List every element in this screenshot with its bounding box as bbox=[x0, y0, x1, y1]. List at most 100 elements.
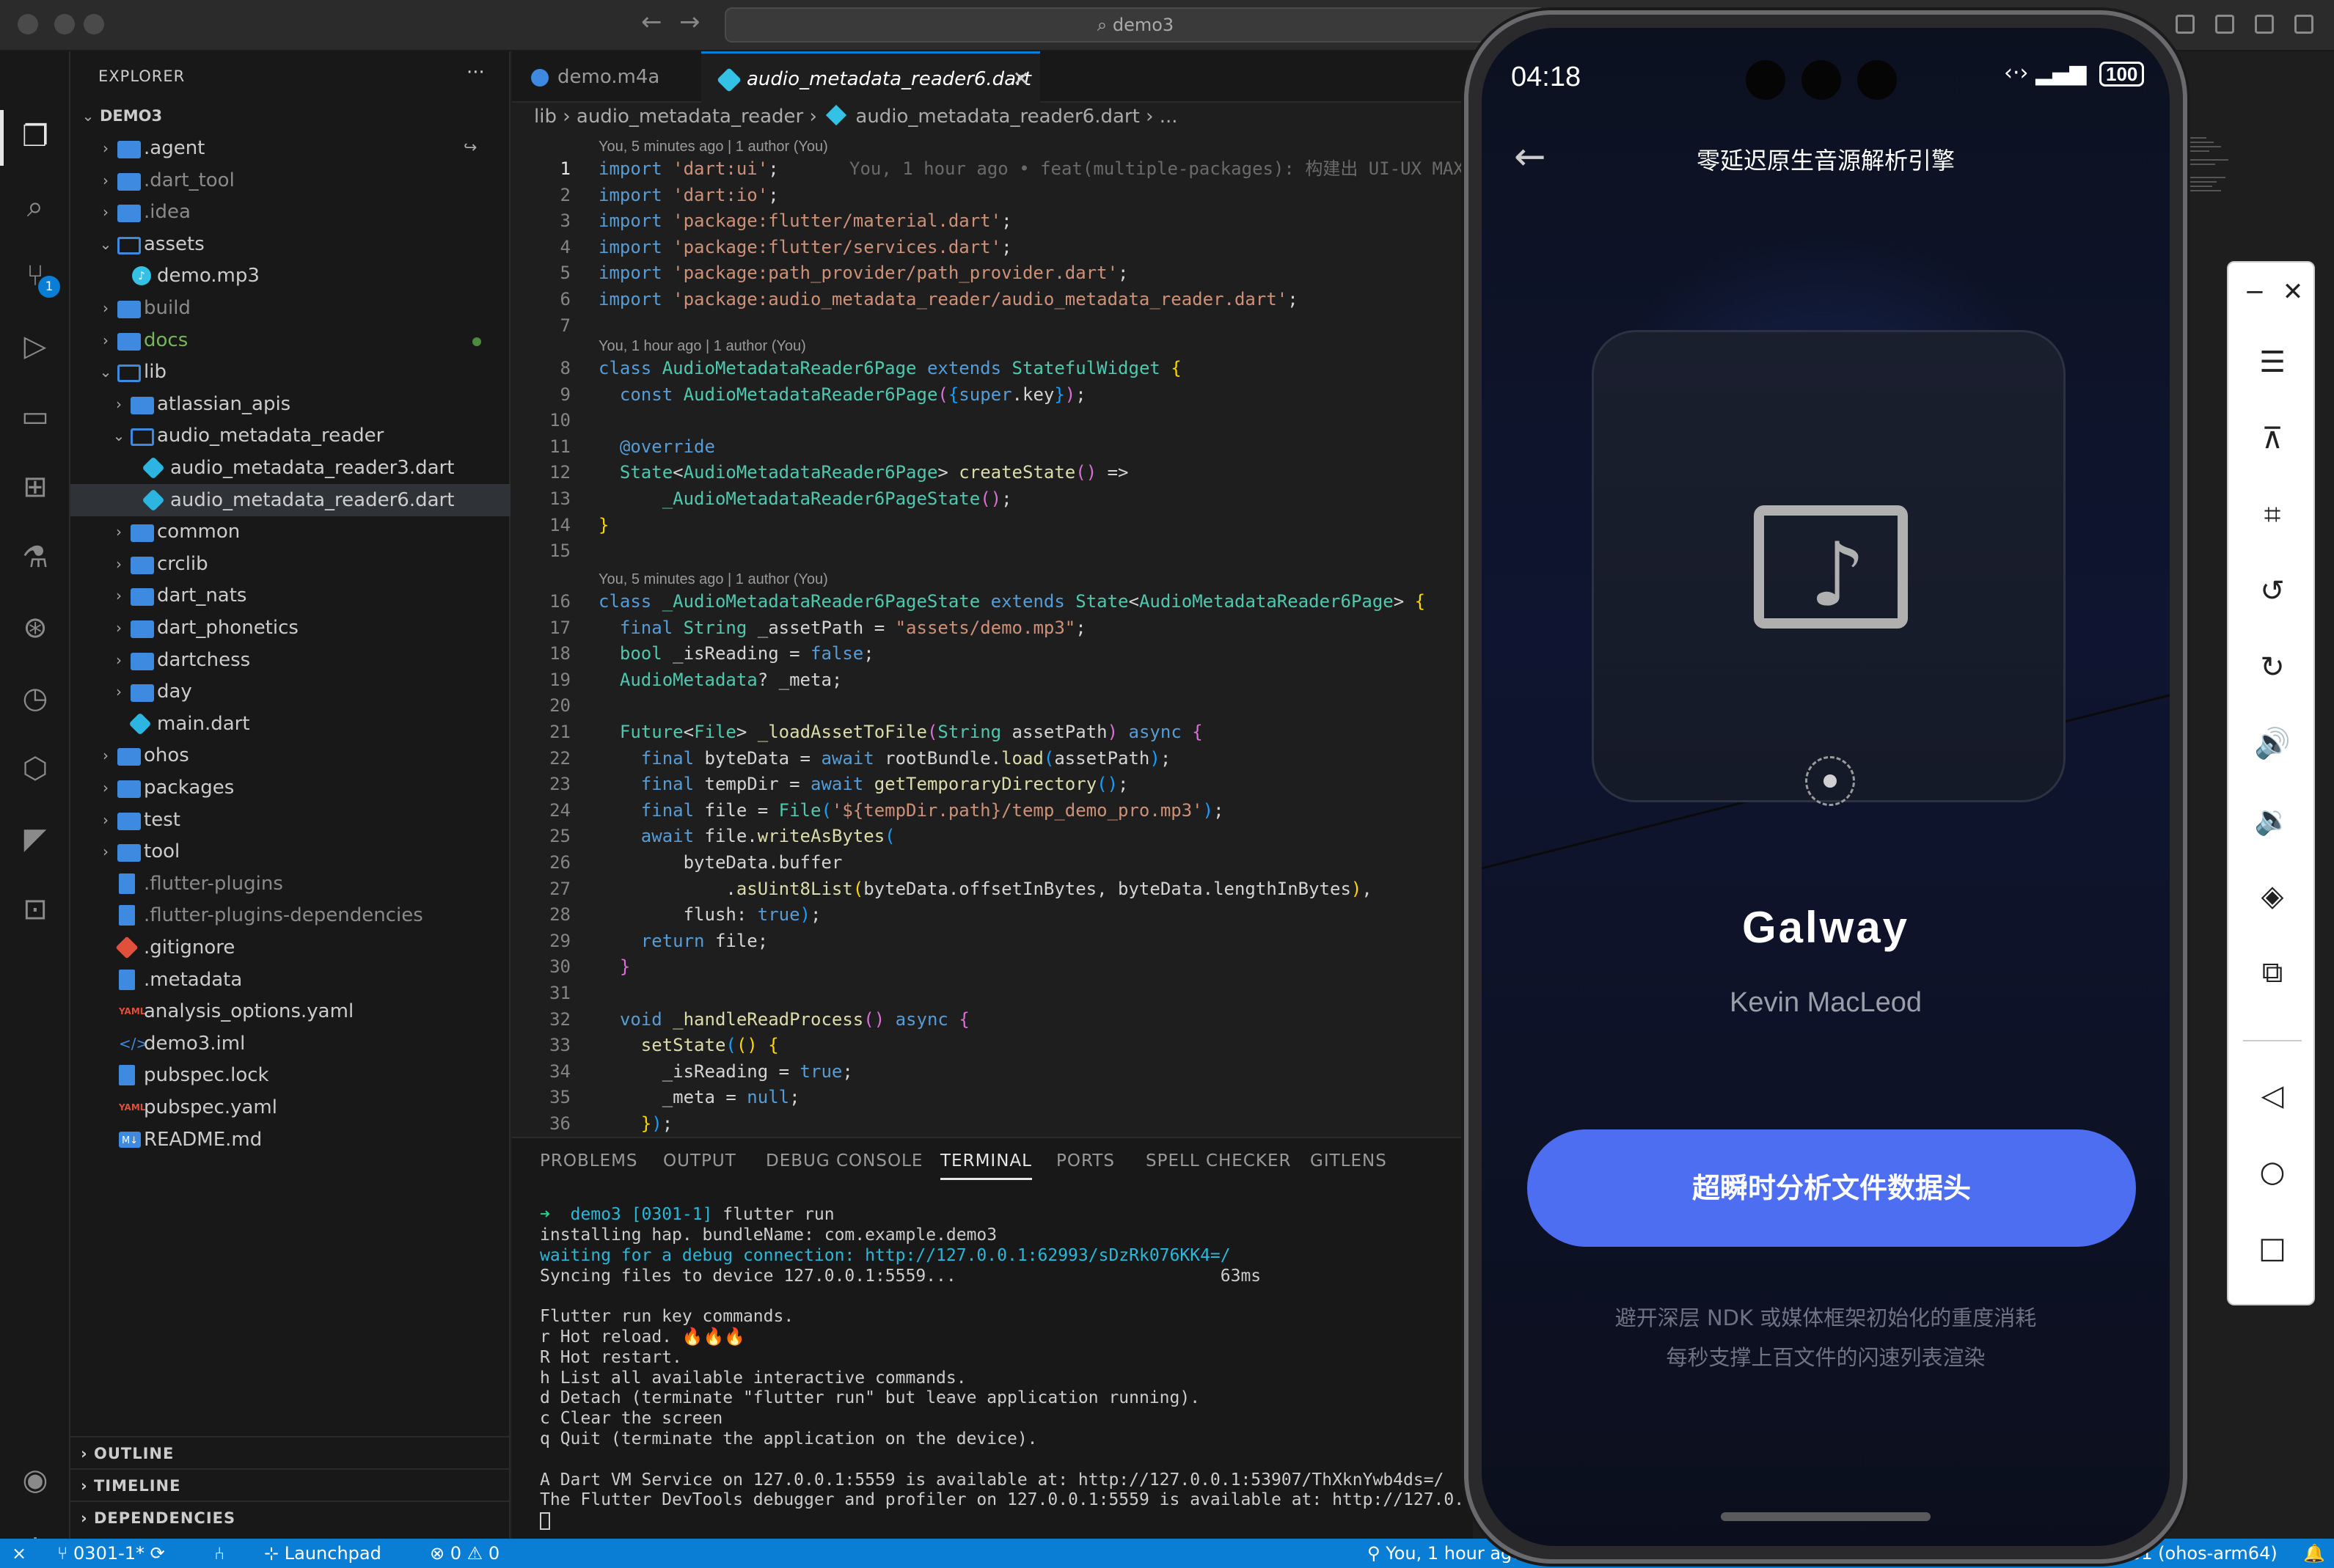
explorer-icon[interactable]: ❐ bbox=[15, 116, 56, 157]
close-window-button[interactable] bbox=[18, 14, 38, 34]
rotate-left-icon[interactable]: ↺ bbox=[2250, 569, 2294, 613]
tree-item[interactable]: › .idea bbox=[70, 196, 511, 228]
tree-item[interactable]: ♪ demo.mp3 bbox=[70, 260, 511, 292]
close-icon[interactable]: ✕ bbox=[2271, 270, 2315, 314]
outline-section[interactable]: › OUTLINE bbox=[70, 1436, 511, 1468]
problems-status[interactable]: ⊗ 0 ⚠ 0 bbox=[430, 1539, 500, 1568]
toggle-sidebar-icon[interactable] bbox=[2215, 15, 2234, 34]
breadcrumb-symbol[interactable]: ... bbox=[1160, 106, 1178, 128]
remote-explorer-icon[interactable]: ▭ bbox=[15, 396, 56, 437]
tree-item[interactable]: audio_metadata_reader3.dart bbox=[70, 452, 511, 484]
tab-audio-metadata-reader6[interactable]: audio_metadata_reader6.dart ✕ bbox=[701, 51, 1040, 103]
codelens-blame[interactable]: You, 1 hour ago | 1 author (You) bbox=[599, 336, 806, 356]
toggle-panel-icon[interactable] bbox=[2255, 15, 2274, 34]
nav-recents-icon[interactable]: □ bbox=[2250, 1226, 2294, 1270]
tree-item[interactable]: › dartchess bbox=[70, 644, 511, 676]
notifications-bell-icon[interactable]: 🔔 bbox=[2303, 1539, 2325, 1568]
codelens-blame[interactable]: You, 5 minutes ago | 1 author (You) bbox=[599, 136, 828, 157]
workspace-root[interactable]: ⌄ DEMO3 bbox=[70, 100, 511, 132]
containers-icon[interactable]: ⬡ bbox=[15, 748, 56, 789]
timeline-icon[interactable]: ◷ bbox=[15, 678, 56, 719]
tree-item[interactable]: .gitignore bbox=[70, 931, 511, 964]
rotate-right-icon[interactable]: ↻ bbox=[2250, 645, 2294, 689]
codelens-blame[interactable]: You, 5 minutes ago | 1 author (You) bbox=[599, 569, 828, 590]
branch-status[interactable]: ⑂ 0301-1* ⟳ bbox=[57, 1539, 165, 1568]
account-icon[interactable]: ◉ bbox=[15, 1459, 56, 1501]
run-debug-icon[interactable]: ▷ bbox=[15, 326, 56, 367]
back-arrow-icon[interactable]: ← bbox=[641, 7, 662, 37]
home-indicator[interactable] bbox=[1721, 1512, 1931, 1521]
tree-item[interactable]: .flutter-plugins-dependencies bbox=[70, 899, 511, 931]
shake-device-icon[interactable]: ◈ bbox=[2250, 874, 2294, 918]
minimize-window-button[interactable] bbox=[54, 14, 75, 34]
tree-item[interactable]: pubspec.lock bbox=[70, 1059, 511, 1091]
tree-item[interactable]: main.dart bbox=[70, 708, 511, 740]
menu-icon[interactable]: ☰ bbox=[2250, 340, 2294, 384]
tab-spell-checker[interactable]: SPELL CHECKER bbox=[1146, 1151, 1291, 1170]
tree-item[interactable]: › ohos bbox=[70, 739, 511, 772]
tree-item[interactable]: › test bbox=[70, 804, 511, 836]
close-tab-icon[interactable]: ✕ bbox=[1013, 54, 1030, 105]
nav-back-icon[interactable]: ◁ bbox=[2250, 1074, 2294, 1118]
tree-item[interactable]: › .agent ↪ bbox=[70, 132, 511, 164]
multi-screen-icon[interactable]: ⧉ bbox=[2250, 950, 2294, 994]
volume-up-icon[interactable]: 🔊 bbox=[2250, 722, 2294, 766]
toggle-secondary-sidebar-icon[interactable] bbox=[2294, 15, 2313, 34]
launchpad-status[interactable]: ⊹ Launchpad bbox=[264, 1539, 381, 1568]
flutter-icon[interactable]: ◤ bbox=[15, 818, 56, 860]
tab-ports[interactable]: PORTS bbox=[1056, 1151, 1115, 1170]
crop-screenshot-icon[interactable]: ⌗ bbox=[2250, 493, 2294, 537]
analyze-header-button[interactable]: 超瞬时分析文件数据头 bbox=[1527, 1129, 2136, 1247]
tab-output[interactable]: OUTPUT bbox=[663, 1151, 736, 1170]
pin-off-icon[interactable]: ⊼ bbox=[2250, 417, 2294, 461]
remote-indicator-icon[interactable]: ⨯ bbox=[12, 1539, 26, 1568]
tree-item[interactable]: › common bbox=[70, 516, 511, 548]
tree-item[interactable]: audio_metadata_reader6.dart bbox=[70, 483, 511, 516]
command-center-search[interactable]: ⌕ demo3 bbox=[725, 7, 1546, 43]
terminal-line: q Quit (terminate the application on the… bbox=[540, 1429, 1038, 1448]
devtools-icon[interactable]: ⊡ bbox=[15, 889, 56, 930]
tree-item[interactable]: ⌄ lib bbox=[70, 356, 511, 388]
dependencies-section[interactable]: › DEPENDENCIES bbox=[70, 1501, 511, 1533]
search-icon[interactable]: ⌕ bbox=[15, 186, 56, 227]
tree-item[interactable]: › docs bbox=[70, 324, 511, 356]
breadcrumb-lib[interactable]: lib bbox=[534, 106, 557, 128]
tree-item[interactable]: › build bbox=[70, 292, 511, 324]
tree-item-label: demo3.iml bbox=[144, 1032, 246, 1055]
tree-item[interactable]: › dart_phonetics bbox=[70, 612, 511, 644]
breadcrumb-folder[interactable]: audio_metadata_reader bbox=[577, 106, 803, 128]
tree-item[interactable]: › day bbox=[70, 675, 511, 708]
volume-down-icon[interactable]: 🔉 bbox=[2250, 798, 2294, 842]
tree-item[interactable]: </> demo3.iml bbox=[70, 1027, 511, 1060]
testing-icon[interactable]: ⚗ bbox=[15, 537, 56, 578]
extensions-icon[interactable]: ⊞ bbox=[15, 466, 56, 508]
tree-item[interactable]: M↓ README.md bbox=[70, 1124, 511, 1156]
tree-item[interactable]: ⌄ assets bbox=[70, 228, 511, 260]
customize-layout-icon[interactable] bbox=[2176, 15, 2195, 34]
minimize-icon[interactable]: − bbox=[2233, 270, 2277, 314]
timeline-section[interactable]: › TIMELINE bbox=[70, 1468, 511, 1501]
tab-terminal[interactable]: TERMINAL bbox=[940, 1151, 1032, 1180]
breadcrumb-file[interactable]: audio_metadata_reader6.dart bbox=[855, 106, 1139, 128]
tree-item[interactable]: › packages bbox=[70, 772, 511, 804]
tree-item[interactable]: › .dart_tool bbox=[70, 164, 511, 197]
tree-item[interactable]: YAML analysis_options.yaml bbox=[70, 995, 511, 1027]
tree-item[interactable]: › dart_nats bbox=[70, 579, 511, 612]
gitlens-status-icon[interactable]: ⑃ bbox=[214, 1539, 224, 1568]
tree-item[interactable]: › crclib bbox=[70, 548, 511, 580]
gitlens-icon[interactable]: ⊛ bbox=[15, 607, 56, 648]
zoom-window-button[interactable] bbox=[84, 14, 104, 34]
tree-item[interactable]: YAML pubspec.yaml bbox=[70, 1091, 511, 1124]
nav-home-icon[interactable]: ○ bbox=[2250, 1150, 2294, 1194]
explorer-more-button[interactable]: ··· bbox=[467, 62, 485, 84]
tree-item[interactable]: .flutter-plugins bbox=[70, 868, 511, 900]
tab-debug-console[interactable]: DEBUG CONSOLE bbox=[766, 1151, 923, 1170]
tab-gitlens[interactable]: GITLENS bbox=[1310, 1151, 1387, 1170]
tree-item[interactable]: .metadata bbox=[70, 964, 511, 996]
forward-arrow-icon[interactable]: → bbox=[679, 7, 700, 37]
tab-demo-m4a[interactable]: demo.m4a bbox=[512, 51, 701, 103]
tab-problems[interactable]: PROBLEMS bbox=[540, 1151, 638, 1170]
tree-item[interactable]: ⌄ audio_metadata_reader bbox=[70, 420, 511, 452]
tree-item[interactable]: › tool bbox=[70, 835, 511, 868]
tree-item[interactable]: › atlassian_apis bbox=[70, 388, 511, 420]
